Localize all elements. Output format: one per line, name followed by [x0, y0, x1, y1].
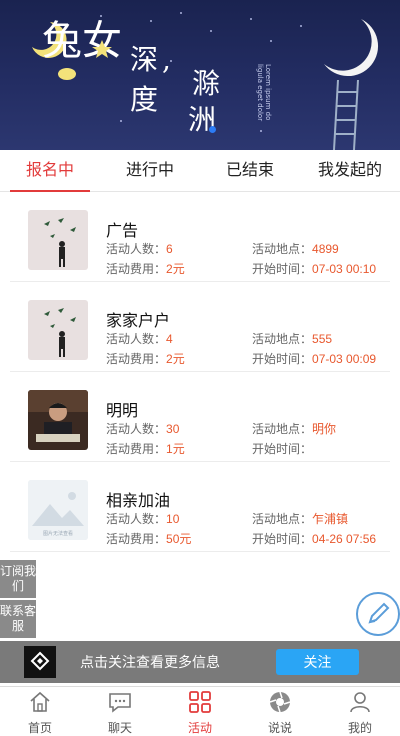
- activity-people: 活动人数：4: [106, 332, 173, 346]
- activity-thumbnail: [28, 390, 88, 450]
- activity-title: 广告: [106, 223, 139, 240]
- activity-people: 活动人数：30: [106, 422, 180, 436]
- chat-icon: [109, 693, 131, 713]
- nav-label: 说说: [267, 721, 292, 735]
- activity-fee: 活动费用：2元: [106, 352, 185, 366]
- tab-in-progress[interactable]: 进行中: [100, 150, 200, 191]
- activity-fee: 活动费用：50元: [106, 532, 192, 546]
- follow-button[interactable]: 关注: [276, 649, 359, 675]
- tab-ended[interactable]: 已结束: [200, 150, 300, 191]
- activity-time: 开始时间：07-03 00:09: [252, 352, 377, 366]
- subscribe-button[interactable]: 订阅我们: [0, 560, 36, 598]
- follow-banner: 点击关注查看更多信息 关注: [0, 641, 400, 683]
- activity-item[interactable]: 广告 活动人数：6 活动地点：4899 活动费用：2元 开始时间：07-03 0…: [10, 192, 390, 282]
- tab-signing-up[interactable]: 报名中: [0, 150, 100, 192]
- account-logo: [24, 646, 56, 678]
- ladder-icon: [333, 80, 359, 150]
- activity-people: 活动人数：10: [106, 512, 180, 526]
- activity-title: 相亲加油: [106, 493, 171, 510]
- home-icon: [30, 691, 50, 712]
- banner[interactable]: 兔女 深, 度 滁 洲 Lorem ipsum do ligula eget d…: [0, 0, 400, 150]
- edit-fab-button[interactable]: [356, 592, 400, 636]
- activity-list: 广告 活动人数：6 活动地点：4899 活动费用：2元 开始时间：07-03 0…: [0, 192, 400, 552]
- activity-time: 开始时间：: [252, 442, 313, 456]
- banner-pagination-dot[interactable]: [209, 126, 216, 133]
- banner-english: Lorem ipsum do ligula eget dolor: [256, 64, 272, 122]
- image-placeholder-icon: 图片无法查看: [28, 480, 88, 540]
- camera-shutter-icon: [269, 691, 291, 713]
- activity-people: 活动人数：6: [106, 242, 173, 256]
- activity-item[interactable]: 明明 活动人数：30 活动地点：明你 活动费用：1元 开始时间：: [10, 372, 390, 462]
- bottom-nav: 首页 聊天 活动 说说 我的: [0, 686, 400, 736]
- activity-fee: 活动费用：2元: [106, 262, 185, 276]
- pencil-icon: [368, 602, 390, 624]
- banner-title-3: 滁: [192, 67, 221, 100]
- banner-logo-char1: 兔女: [42, 18, 122, 64]
- activity-place: 活动地点：明你: [252, 422, 337, 436]
- activity-thumbnail: 图片无法查看: [28, 480, 88, 540]
- moon-icon: [324, 19, 379, 77]
- nav-label: 聊天: [107, 721, 132, 735]
- nav-item-posts[interactable]: 说说: [240, 687, 320, 736]
- activity-place: 活动地点：乍浦镇: [252, 512, 349, 526]
- activity-item[interactable]: 图片无法查看 相亲加油 活动人数：10 活动地点：乍浦镇 活动费用：50元 开始…: [10, 462, 390, 552]
- activity-fee: 活动费用：1元: [106, 442, 185, 456]
- nav-label: 活动: [187, 721, 212, 735]
- grid-icon: [189, 691, 211, 713]
- banner-title-1: 深,: [130, 43, 175, 76]
- customer-service-button[interactable]: 联系客服: [0, 600, 36, 638]
- activity-place: 活动地点：555: [252, 332, 333, 346]
- page: 兔女 深, 度 滁 洲 Lorem ipsum do ligula eget d…: [0, 0, 400, 736]
- nav-label: 我的: [347, 721, 372, 735]
- tab-my-initiated[interactable]: 我发起的: [300, 150, 400, 191]
- nav-label: 首页: [27, 721, 52, 735]
- activity-title: 明明: [106, 403, 139, 420]
- activity-thumbnail: [28, 300, 88, 360]
- nav-item-activity[interactable]: 活动: [160, 687, 240, 736]
- nav-item-mine[interactable]: 我的: [320, 687, 400, 736]
- activity-place: 活动地点：4899: [252, 242, 339, 256]
- activity-item[interactable]: 家家户户 活动人数：4 活动地点：555 活动费用：2元 开始时间：07-03 …: [10, 282, 390, 372]
- nav-item-home[interactable]: 首页: [0, 687, 80, 736]
- activity-time: 开始时间：04-26 07:56: [252, 532, 377, 546]
- activity-title: 家家户户: [106, 313, 171, 330]
- person-icon: [350, 692, 370, 713]
- tab-bar: 报名中 进行中 已结束 我发起的: [0, 150, 400, 192]
- nav-item-chat[interactable]: 聊天: [80, 687, 160, 736]
- activity-time: 开始时间：07-03 00:10: [252, 262, 377, 276]
- banner-title-2: 度: [130, 83, 159, 116]
- banner-logo: 兔女: [32, 18, 122, 80]
- follow-text: 点击关注查看更多信息: [80, 654, 220, 670]
- placeholder-text: 图片无法查看: [43, 530, 73, 537]
- activity-thumbnail: [28, 210, 88, 270]
